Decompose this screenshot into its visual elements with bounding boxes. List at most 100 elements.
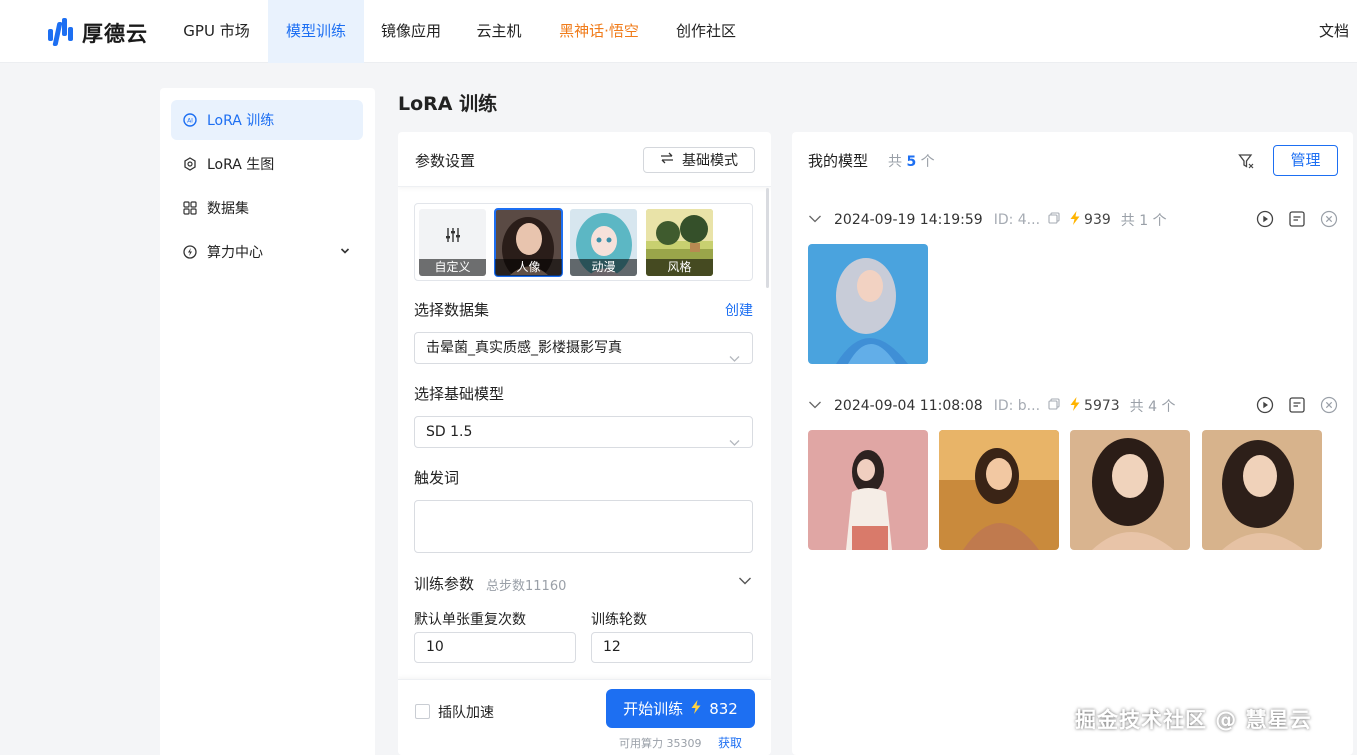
epoch-count-label: 训练轮数 [591,612,647,628]
model-image [808,244,928,364]
dataset-grid-icon [183,201,197,215]
power-bolt-icon [183,245,197,259]
model-image [808,430,928,550]
close-circle-icon[interactable] [1320,396,1338,414]
lora-image-icon [183,157,197,171]
sidebar: AI LoRA 训练 LoRA 生图 数据集 算力中心 [160,88,375,755]
dataset-select-value: 击晕菌_真实质感_影楼摄影写真 [426,340,622,356]
copy-icon[interactable] [1048,212,1060,228]
preset-label: 人像 [495,259,562,276]
lightning-icon [691,699,701,718]
preset-custom[interactable]: 自定义 [419,209,486,276]
model-id: ID: 4... [993,212,1041,228]
start-training-button[interactable]: 开始训练 832 [606,689,755,728]
scrollbar[interactable] [766,188,769,288]
model-image-count: 共 1 个 [1120,213,1167,229]
base-model-select-value: SD 1.5 [426,424,473,440]
repeat-count-input[interactable]: 10 [414,632,576,663]
details-icon[interactable] [1288,396,1306,414]
count-prefix: 共 [888,154,902,170]
repeat-count-label: 默认单张重复次数 [414,612,526,628]
params-footer: 插队加速 开始训练 832 可用算力 35309 获取 [398,679,771,755]
chevron-down-icon [729,428,740,458]
lora-train-icon: AI [183,113,197,127]
my-models-panel: 我的模型 共 5 个 管理 2024-09-19 14:19:59 ID: 4.… [792,132,1353,755]
model-group-header[interactable]: 2024-09-04 11:08:08 ID: b... 5973 共 4 个 [808,396,1338,416]
my-models-title: 我的模型 [808,152,869,170]
close-circle-icon[interactable] [1320,210,1338,228]
chevron-down-icon[interactable] [808,212,822,228]
model-thumbnail[interactable] [1070,430,1190,550]
mode-toggle-button[interactable]: 基础模式 [643,147,755,173]
switch-arrows-icon [660,152,674,168]
base-model-label: 选择基础模型 [414,385,505,403]
total-steps-text: 总步数11160 [486,579,567,594]
count-suffix: 个 [920,154,935,170]
chevron-down-icon[interactable] [339,245,351,261]
preset-portrait[interactable]: 人像 [494,208,563,277]
manage-button[interactable]: 管理 [1273,145,1338,176]
model-group-actions [1256,396,1338,414]
nav-docs[interactable]: 文档 [1319,0,1349,63]
epoch-count-input[interactable]: 12 [591,632,753,663]
nav-cloud-host[interactable]: 云主机 [458,0,540,63]
nav-black-myth[interactable]: 黑神话·悟空 [541,0,657,63]
model-image [939,430,1059,550]
model-thumbnail[interactable] [808,430,928,550]
dataset-select[interactable]: 击晕菌_真实质感_影楼摄影写真 [414,332,753,364]
brand-logo-icon [48,18,74,48]
sidebar-item-label: 算力中心 [207,245,263,261]
preset-label: 动漫 [570,259,637,276]
sidebar-item-lora-image[interactable]: LoRA 生图 [171,144,363,184]
model-date: 2024-09-04 11:08:08 [834,398,983,414]
model-image [1202,430,1322,550]
model-thumbnail[interactable] [808,244,928,364]
preset-label: 风格 [646,259,713,276]
chevron-down-icon[interactable] [808,398,822,414]
queue-boost-checkbox[interactable] [415,704,430,719]
model-date: 2024-09-19 14:19:59 [834,212,983,228]
params-panel: 参数设置 基础模式 自定义 人像 动漫 风格 选择数据集 创建 击晕菌_真实质感… [398,132,771,755]
chevron-down-icon[interactable] [738,574,752,590]
sidebar-item-lora-train[interactable]: AI LoRA 训练 [171,100,363,140]
model-power-cost: 5973 [1084,398,1120,414]
dataset-label: 选择数据集 [414,301,490,319]
nav-image-apps[interactable]: 镜像应用 [365,0,457,63]
brand-logo[interactable]: 厚德云 [48,18,148,48]
svg-text:AI: AI [187,118,193,125]
model-thumbnail[interactable] [1202,430,1322,550]
model-thumbnail[interactable] [939,430,1059,550]
models-count: 共 5 个 [888,151,935,171]
trigger-word-label: 触发词 [414,469,460,487]
trigger-word-input[interactable] [414,500,753,553]
preset-anime[interactable]: 动漫 [570,209,637,276]
start-training-label: 开始训练 [623,700,684,718]
sidebar-item-power-center[interactable]: 算力中心 [171,232,363,272]
get-power-link[interactable]: 获取 [718,734,742,751]
mode-toggle-label: 基础模式 [682,153,738,169]
preset-style[interactable]: 风格 [646,209,713,276]
filter-icon[interactable] [1238,153,1254,173]
sliders-icon [444,226,462,248]
play-icon[interactable] [1256,210,1274,228]
top-nav: 厚德云 GPU 市场 模型训练 镜像应用 云主机 黑神话·悟空 创作社区 文档 [0,0,1357,63]
sidebar-item-label: 数据集 [207,201,249,217]
model-group-header[interactable]: 2024-09-19 14:19:59 ID: 4... 939 共 1 个 [808,210,1338,230]
details-icon[interactable] [1288,210,1306,228]
queue-boost-label: 插队加速 [438,705,494,721]
sidebar-item-dataset[interactable]: 数据集 [171,188,363,228]
copy-icon[interactable] [1048,398,1060,414]
play-icon[interactable] [1256,396,1274,414]
preset-label: 自定义 [419,259,486,276]
base-model-select[interactable]: SD 1.5 [414,416,753,448]
model-image [1070,430,1190,550]
nav-model-training[interactable]: 模型训练 [268,0,364,63]
sidebar-item-label: LoRA 训练 [207,113,275,129]
dataset-create-link[interactable]: 创建 [725,300,753,320]
params-header: 参数设置 基础模式 [398,132,771,187]
sidebar-item-label: LoRA 生图 [207,157,275,173]
count-value: 5 [906,154,917,170]
nav-gpu-market[interactable]: GPU 市场 [166,0,267,63]
brand-name: 厚德云 [82,22,148,46]
nav-community[interactable]: 创作社区 [658,0,754,63]
